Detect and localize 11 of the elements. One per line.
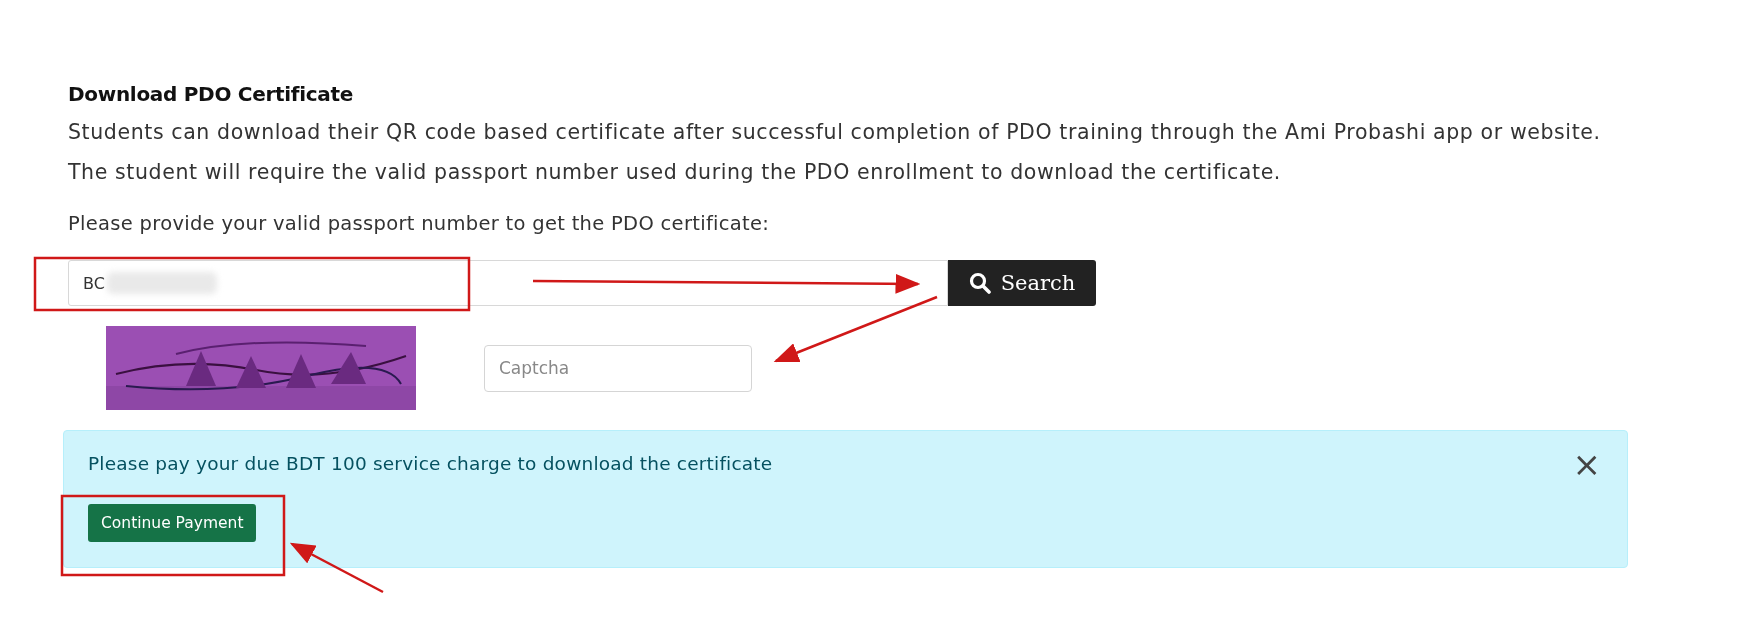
search-icon — [968, 272, 991, 294]
section-title: Download PDO Certificate — [68, 82, 354, 106]
description-text: The student will require the valid passport number used during the PDO enrollment to download the certificate. — [68, 159, 1282, 186]
captcha-field[interactable]: Captcha — [484, 344, 752, 392]
alert-message: Please pay your due BDT 100 service charge to download the certificate — [88, 453, 773, 474]
close-button[interactable]: × — [1566, 447, 1607, 481]
passport-field[interactable]: BC — [68, 260, 948, 306]
search-button[interactable]: Search — [948, 260, 1096, 306]
instruction-text: Please provide your valid passport number to get the PDO certificate: — [68, 212, 771, 236]
description-text: Students can download their QR code based certificate after successful completion of PDO training through the Ami Probashi app or website. — [68, 119, 1602, 146]
continue-payment-button[interactable]: Continue Payment — [88, 504, 257, 542]
